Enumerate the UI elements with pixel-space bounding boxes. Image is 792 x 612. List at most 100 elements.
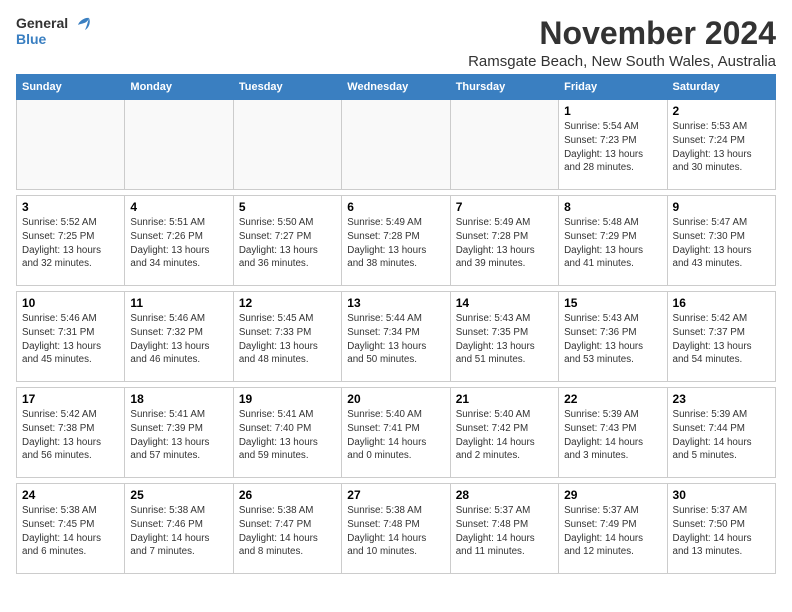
calendar-cell: 1 Sunrise: 5:54 AM Sunset: 7:23 PM Daylig… [559, 100, 667, 190]
day-info: Sunrise: 5:41 AM Sunset: 7:40 PM Dayligh… [239, 408, 336, 463]
week-row-2: 3 Sunrise: 5:52 AM Sunset: 7:25 PM Daylig… [17, 196, 776, 286]
calendar-cell: 2 Sunrise: 5:53 AM Sunset: 7:24 PM Daylig… [667, 100, 775, 190]
weekday-header-row: Sunday Monday Tuesday Wednesday Thursday… [17, 75, 776, 100]
day-info: Sunrise: 5:37 AM Sunset: 7:50 PM Dayligh… [673, 504, 770, 559]
header-sunday: Sunday [17, 75, 125, 100]
day-number: 18 [130, 392, 227, 406]
calendar-cell: 11 Sunrise: 5:46 AM Sunset: 7:32 PM Dayli… [125, 292, 233, 382]
calendar-cell: 7Sunrise: 5:49 AM Sunset: 7:28 PM Daylig… [450, 196, 558, 286]
day-info: Sunrise: 5:45 AM Sunset: 7:33 PM Dayligh… [239, 312, 336, 367]
calendar-cell: 25 Sunrise: 5:38 AM Sunset: 7:46 PM Dayli… [125, 484, 233, 574]
day-number: 11 [130, 296, 227, 310]
day-number: 1 [564, 104, 661, 118]
day-number: 12 [239, 296, 336, 310]
day-info: Sunrise: 5:40 AM Sunset: 7:42 PM Dayligh… [456, 408, 553, 463]
day-number: 27 [347, 488, 444, 502]
day-number: 28 [456, 488, 553, 502]
calendar-cell: 19 Sunrise: 5:41 AM Sunset: 7:40 PM Dayli… [233, 388, 341, 478]
week-row-3: 10Sunrise: 5:46 AM Sunset: 7:31 PM Dayli… [17, 292, 776, 382]
day-info: Sunrise: 5:38 AM Sunset: 7:48 PM Dayligh… [347, 504, 444, 559]
calendar-cell [233, 100, 341, 190]
header-wednesday: Wednesday [342, 75, 450, 100]
day-number: 24 [22, 488, 119, 502]
day-number: 23 [673, 392, 770, 406]
day-info: Sunrise: 5:44 AM Sunset: 7:34 PM Dayligh… [347, 312, 444, 367]
header: General Blue November 2024 Ramsgate Beac… [16, 16, 776, 70]
location-title: Ramsgate Beach, New South Wales, Austral… [468, 53, 776, 70]
calendar-cell: 29 Sunrise: 5:37 AM Sunset: 7:49 PM Dayli… [559, 484, 667, 574]
logo: General Blue [16, 16, 92, 48]
calendar-cell [17, 100, 125, 190]
day-number: 19 [239, 392, 336, 406]
day-number: 5 [239, 200, 336, 214]
calendar-cell: 17Sunrise: 5:42 AM Sunset: 7:38 PM Dayli… [17, 388, 125, 478]
calendar-cell: 18 Sunrise: 5:41 AM Sunset: 7:39 PM Dayli… [125, 388, 233, 478]
day-number: 22 [564, 392, 661, 406]
day-info: Sunrise: 5:37 AM Sunset: 7:49 PM Dayligh… [564, 504, 661, 559]
calendar-cell [450, 100, 558, 190]
day-info: Sunrise: 5:48 AM Sunset: 7:29 PM Dayligh… [564, 216, 661, 271]
day-info: Sunrise: 5:42 AM Sunset: 7:37 PM Dayligh… [673, 312, 770, 367]
calendar-cell: 8 Sunrise: 5:48 AM Sunset: 7:29 PM Daylig… [559, 196, 667, 286]
day-info: Sunrise: 5:52 AM Sunset: 7:25 PM Dayligh… [22, 216, 119, 271]
day-number: 25 [130, 488, 227, 502]
day-info: Sunrise: 5:47 AM Sunset: 7:30 PM Dayligh… [673, 216, 770, 271]
day-number: 14 [456, 296, 553, 310]
week-row-4: 17Sunrise: 5:42 AM Sunset: 7:38 PM Dayli… [17, 388, 776, 478]
title-area: November 2024 Ramsgate Beach, New South … [468, 16, 776, 70]
day-info: Sunrise: 5:43 AM Sunset: 7:35 PM Dayligh… [456, 312, 553, 367]
calendar-cell: 30Sunrise: 5:37 AM Sunset: 7:50 PM Dayli… [667, 484, 775, 574]
day-number: 15 [564, 296, 661, 310]
calendar-cell: 10Sunrise: 5:46 AM Sunset: 7:31 PM Dayli… [17, 292, 125, 382]
calendar-cell: 16 Sunrise: 5:42 AM Sunset: 7:37 PM Dayli… [667, 292, 775, 382]
day-info: Sunrise: 5:49 AM Sunset: 7:28 PM Dayligh… [456, 216, 553, 271]
header-saturday: Saturday [667, 75, 775, 100]
day-number: 13 [347, 296, 444, 310]
month-title: November 2024 [468, 16, 776, 51]
day-number: 8 [564, 200, 661, 214]
day-info: Sunrise: 5:41 AM Sunset: 7:39 PM Dayligh… [130, 408, 227, 463]
calendar-cell: 24Sunrise: 5:38 AM Sunset: 7:45 PM Dayli… [17, 484, 125, 574]
calendar-cell: 21 Sunrise: 5:40 AM Sunset: 7:42 PM Dayli… [450, 388, 558, 478]
bird-icon [74, 16, 92, 32]
week-row-1: 1 Sunrise: 5:54 AM Sunset: 7:23 PM Daylig… [17, 100, 776, 190]
day-info: Sunrise: 5:39 AM Sunset: 7:44 PM Dayligh… [673, 408, 770, 463]
day-number: 3 [22, 200, 119, 214]
day-info: Sunrise: 5:46 AM Sunset: 7:32 PM Dayligh… [130, 312, 227, 367]
day-info: Sunrise: 5:53 AM Sunset: 7:24 PM Dayligh… [673, 120, 770, 175]
calendar-cell: 27 Sunrise: 5:38 AM Sunset: 7:48 PM Dayli… [342, 484, 450, 574]
day-info: Sunrise: 5:38 AM Sunset: 7:46 PM Dayligh… [130, 504, 227, 559]
day-number: 26 [239, 488, 336, 502]
calendar-cell: 28 Sunrise: 5:37 AM Sunset: 7:48 PM Dayli… [450, 484, 558, 574]
day-number: 17 [22, 392, 119, 406]
logo-text: General Blue [16, 16, 92, 48]
day-info: Sunrise: 5:49 AM Sunset: 7:28 PM Dayligh… [347, 216, 444, 271]
day-number: 20 [347, 392, 444, 406]
calendar-cell: 20 Sunrise: 5:40 AM Sunset: 7:41 PM Dayli… [342, 388, 450, 478]
calendar-cell: 3 Sunrise: 5:52 AM Sunset: 7:25 PM Daylig… [17, 196, 125, 286]
day-number: 16 [673, 296, 770, 310]
day-info: Sunrise: 5:43 AM Sunset: 7:36 PM Dayligh… [564, 312, 661, 367]
day-info: Sunrise: 5:37 AM Sunset: 7:48 PM Dayligh… [456, 504, 553, 559]
calendar-cell: 14 Sunrise: 5:43 AM Sunset: 7:35 PM Dayli… [450, 292, 558, 382]
calendar-cell: 12 Sunrise: 5:45 AM Sunset: 7:33 PM Dayli… [233, 292, 341, 382]
day-info: Sunrise: 5:54 AM Sunset: 7:23 PM Dayligh… [564, 120, 661, 175]
calendar-cell [125, 100, 233, 190]
calendar-cell: 26Sunrise: 5:38 AM Sunset: 7:47 PM Dayli… [233, 484, 341, 574]
calendar-cell [342, 100, 450, 190]
day-info: Sunrise: 5:39 AM Sunset: 7:43 PM Dayligh… [564, 408, 661, 463]
day-info: Sunrise: 5:40 AM Sunset: 7:41 PM Dayligh… [347, 408, 444, 463]
week-row-5: 24Sunrise: 5:38 AM Sunset: 7:45 PM Dayli… [17, 484, 776, 574]
calendar-cell: 22 Sunrise: 5:39 AM Sunset: 7:43 PM Dayli… [559, 388, 667, 478]
calendar-cell: 23 Sunrise: 5:39 AM Sunset: 7:44 PM Dayli… [667, 388, 775, 478]
day-info: Sunrise: 5:50 AM Sunset: 7:27 PM Dayligh… [239, 216, 336, 271]
day-number: 29 [564, 488, 661, 502]
header-friday: Friday [559, 75, 667, 100]
header-monday: Monday [125, 75, 233, 100]
calendar-cell: 4Sunrise: 5:51 AM Sunset: 7:26 PM Daylig… [125, 196, 233, 286]
day-number: 21 [456, 392, 553, 406]
day-number: 4 [130, 200, 227, 214]
calendar-cell: 15 Sunrise: 5:43 AM Sunset: 7:36 PM Dayli… [559, 292, 667, 382]
day-number: 2 [673, 104, 770, 118]
header-thursday: Thursday [450, 75, 558, 100]
